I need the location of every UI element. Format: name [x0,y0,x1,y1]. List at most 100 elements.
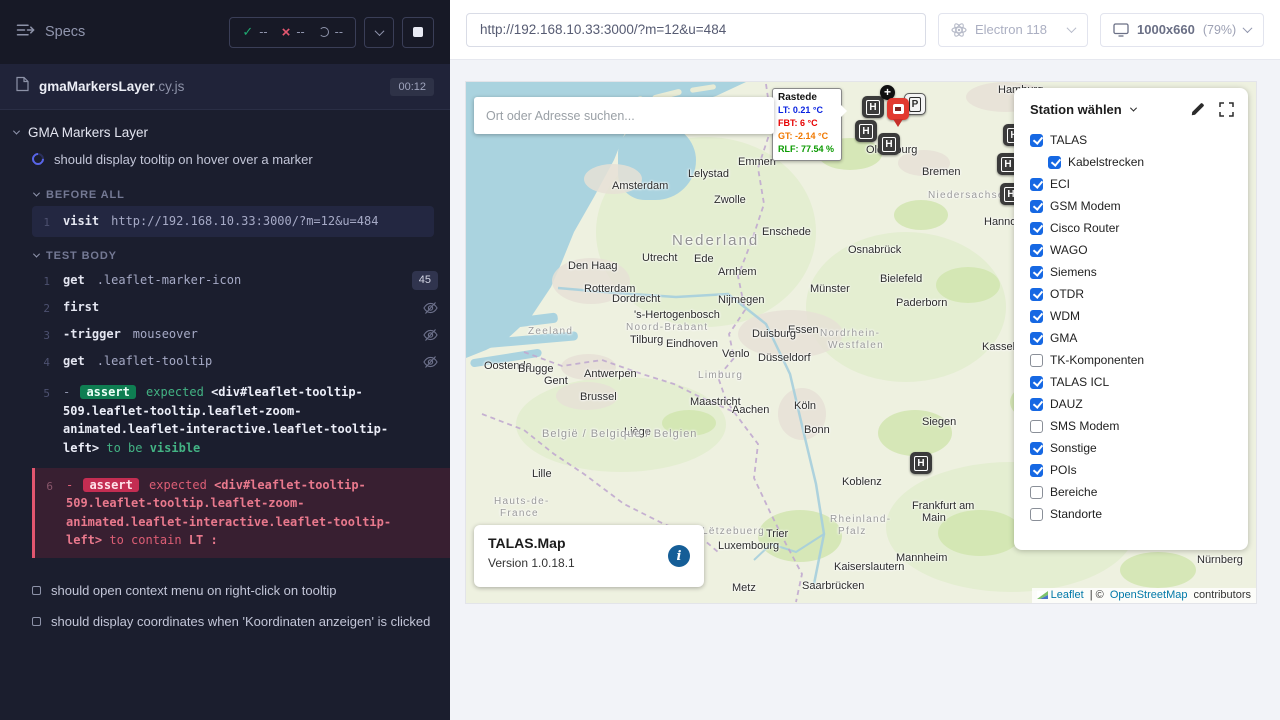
checkbox-checked[interactable] [1030,178,1043,191]
monitor-icon [1113,23,1129,37]
command-method: get [63,273,85,287]
pending-test[interactable]: should open context menu on right-click … [0,576,450,607]
chevron-down-icon [374,26,384,36]
station-filter-item[interactable]: Cisco Router [1030,217,1234,239]
checkbox-unchecked[interactable] [1030,486,1043,499]
command-args: .leaflet-tooltip [97,354,213,368]
command-assert[interactable]: 6- assert expected <div#leaflet-tooltip-… [32,468,450,558]
map-place-label: Bonn [804,424,830,436]
filter-label: Standorte [1050,507,1102,521]
viewport-size: 1000x660 [1137,22,1195,37]
selected-station-marker[interactable] [887,98,909,120]
app-stage: HamburgGroningenLeeuwardenOldenburgEmmen… [450,60,1280,720]
station-filter-item[interactable]: POIs [1030,459,1234,481]
station-filter-item[interactable]: Bereiche [1030,481,1234,503]
leaflet-map[interactable]: HamburgGroningenLeeuwardenOldenburgEmmen… [466,82,1256,603]
checkbox-checked[interactable] [1030,332,1043,345]
station-filter-item[interactable]: Siemens [1030,261,1234,283]
checkbox-unchecked[interactable] [1030,508,1043,521]
command-visit[interactable]: 1visithttp://192.168.10.33:3000/?m=12&u=… [32,206,434,237]
station-filter-item[interactable]: ECI [1030,173,1234,195]
station-filter-item[interactable]: Standorte [1030,503,1234,525]
checkbox-unchecked[interactable] [1030,420,1043,433]
checkbox-checked[interactable] [1030,244,1043,257]
station-filter-item[interactable]: GMA [1030,327,1234,349]
url-bar[interactable]: http://192.168.10.33:3000/?m=12&u=484 [466,13,926,47]
station-filter-item[interactable]: GSM Modem [1030,195,1234,217]
checkbox-checked[interactable] [1048,156,1061,169]
station-filter-item[interactable]: TALAS ICL [1030,371,1234,393]
checkbox-checked[interactable] [1030,442,1043,455]
filter-label: ECI [1050,177,1070,191]
station-filter-item[interactable]: Kabelstrecken [1048,151,1234,173]
search-input[interactable] [486,109,762,123]
station-marker[interactable]: H [910,452,932,474]
osm-link[interactable]: OpenStreetMap [1110,589,1188,601]
checkbox-checked[interactable] [1030,288,1043,301]
station-filter-item[interactable]: WAGO [1030,239,1234,261]
filter-label: POIs [1050,463,1077,477]
checkbox-checked[interactable] [1030,398,1043,411]
spec-name[interactable]: gmaMarkersLayer.cy.js [39,79,184,94]
stop-run-button[interactable] [402,17,434,48]
station-filter-item[interactable]: WDM [1030,305,1234,327]
station-marker[interactable]: H [878,133,900,155]
map-place-label: Limburg [698,370,743,381]
checkbox-unchecked[interactable] [1030,354,1043,367]
command-args: .leaflet-marker-icon [97,273,242,287]
station-filter-item[interactable]: Sonstige [1030,437,1234,459]
map-place-label: Eindhoven [666,338,718,350]
station-select-dropdown[interactable]: Station wählen [1030,102,1122,117]
before-all-section[interactable]: BEFORE ALL [34,189,450,201]
map-search[interactable] [474,97,774,134]
station-marker[interactable]: H [855,120,877,142]
marker-glyph: H [1001,157,1014,172]
checkbox-checked[interactable] [1030,134,1043,147]
info-icon[interactable]: i [668,545,690,567]
filter-label: GMA [1050,331,1077,345]
station-filter-item[interactable]: TK-Komponenten [1030,349,1234,371]
filter-label: TK-Komponenten [1050,353,1144,367]
command-trigger[interactable]: 3-triggermouseover [32,321,450,348]
map-place-label: Köln [794,400,816,412]
test-body-section[interactable]: TEST BODY [34,250,450,262]
marker-glyph: H [882,137,895,152]
command-assert[interactable]: 5- assert expected <div#leaflet-tooltip-… [32,379,450,461]
tooltip-measurement: GT: -2.14 °C [778,130,836,143]
checkbox-checked[interactable] [1030,376,1043,389]
collapse-tests-button[interactable] [364,17,394,48]
station-filter-item[interactable]: SMS Modem [1030,415,1234,437]
suite-gma-markers-layer[interactable]: GMA Markers Layer [0,116,450,145]
map-place-label: Zwolle [714,194,746,206]
edit-icon[interactable] [1190,102,1205,117]
leaflet-link[interactable]: Leaflet [1051,589,1084,601]
map-place-label: Duisburg [752,328,796,340]
checkbox-checked[interactable] [1030,266,1043,279]
spec-duration-badge: 00:12 [390,78,434,96]
command-get[interactable]: 1get.leaflet-marker-icon45 [32,267,450,294]
expand-icon[interactable] [1219,102,1234,117]
command-first[interactable]: 2first [32,294,450,321]
checkbox-checked[interactable] [1030,310,1043,323]
tooltip-title: Rastede [778,92,836,103]
station-filter-item[interactable]: OTDR [1030,283,1234,305]
specs-label[interactable]: Specs [45,24,85,40]
test-active[interactable]: should display tooltip on hover over a m… [0,145,450,176]
checkbox-checked[interactable] [1030,200,1043,213]
running-spinner-icon [30,151,47,168]
station-marker[interactable]: H [862,96,884,118]
browser-select[interactable]: Electron 118 [938,13,1088,47]
command-number: 4 [32,352,50,371]
specs-list-icon[interactable] [16,23,35,42]
map-place-label: Lelystad [688,168,729,180]
station-filter-item[interactable]: DAUZ [1030,393,1234,415]
command-get[interactable]: 4get.leaflet-tooltip [32,348,450,375]
station-filter-item[interactable]: TALAS [1030,129,1234,151]
pending-test[interactable]: should display coordinates when 'Koordin… [0,607,450,638]
checkbox-checked[interactable] [1030,222,1043,235]
checkbox-checked[interactable] [1030,464,1043,477]
map-place-label: Bielefeld [880,273,922,285]
assert-connector: to be [99,441,150,455]
viewport-select[interactable]: 1000x660 (79%) [1100,13,1264,47]
command-text: - assert expected <div#leaflet-tooltip-5… [63,383,393,457]
